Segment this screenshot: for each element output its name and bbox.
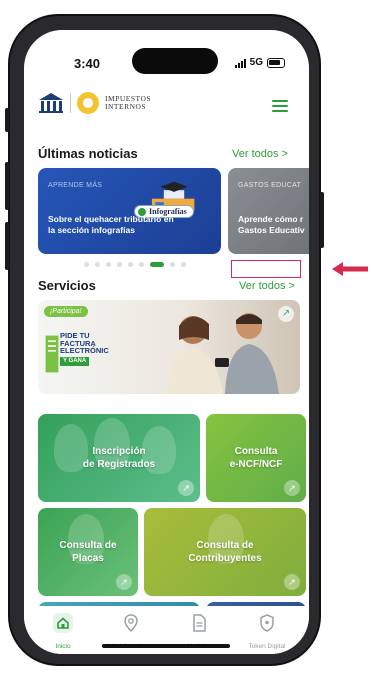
tile-label-line1: Inscripción [92,446,146,457]
news-card-text-line1: Aprende cómo r [238,214,304,224]
news-card-gastos-educativos[interactable]: GASTOS EDUCAT Aprende cómo r Gastos Educ… [228,168,309,254]
logo-line2: INTERNOS [105,102,147,111]
battery-icon [267,57,285,68]
news-card-kicker: APRENDE MÁS [48,182,103,189]
carousel-dot[interactable] [170,262,175,267]
carousel-dot[interactable] [181,262,186,267]
tile-label-line1: Consulta de [59,540,117,551]
phone-frame: 3:40 5G IMPUESTOS INTERNOS Últimas notic… [5,14,324,666]
tile-label-line1: Consulta de [196,540,254,551]
promo-gana-tag: Y GANA [60,356,90,366]
carousel-dot[interactable] [95,262,100,267]
phone-screen: 3:40 5G IMPUESTOS INTERNOS Últimas notic… [24,30,309,654]
document-icon [193,614,206,632]
tile-label-line1: Consulta [234,446,278,457]
signal-icon [234,58,246,68]
tile-consulta-placas[interactable]: Consulta de Placas ↗ [38,508,138,596]
news-card-text-line2: Gastos Educativ [238,225,305,235]
logo-text: IMPUESTOS INTERNOS [105,95,151,111]
news-see-all-link[interactable]: Ver todos > [232,148,288,160]
carousel-dot[interactable] [128,262,133,267]
arrow-up-right-icon: ↗ [284,574,300,590]
hamburger-menu-icon[interactable] [272,100,288,112]
status-icons: 5G [234,57,285,68]
carousel-dot-active[interactable] [150,262,164,267]
logo-divider [70,93,71,113]
promo-headline: PIDE TU FACTURA ELECTRÓNIC Y GANA [60,332,109,366]
shield-icon [260,614,274,632]
carousel-pagination [84,262,186,267]
tile-label: Consulta de Contribuyentes [188,539,261,565]
building-icon [39,93,63,113]
news-card-text-line2: la sección infografías [48,225,135,235]
news-section-title: Últimas noticias [38,146,138,161]
network-type: 5G [249,57,263,68]
tile-label-line2: Placas [72,553,104,564]
carousel-dot[interactable] [106,262,111,267]
nav-token-digital[interactable]: Token Digital [232,612,302,650]
dynamic-island [132,48,218,74]
arrow-up-right-icon: ↗ [284,480,300,496]
home-icon [53,613,73,633]
participa-tag: ¡Participa! [44,306,88,317]
services-section-title: Servicios [38,278,96,293]
location-pin-icon [124,614,138,633]
tile-label-line2: Contribuyentes [188,553,262,564]
couple-with-card-illustration [167,313,279,394]
tile-inscripcion-registrados[interactable]: Inscripción de Registrados ↗ [38,414,200,502]
tile-consulta-ncf[interactable]: Consulta e-NCF/NCF ↗ [206,414,306,502]
volume-up-button [5,162,9,210]
tile-label: Inscripción de Registrados [83,445,155,471]
promo-line3: ELECTRÓNIC [60,346,109,355]
arrow-up-right-icon: ↗ [178,480,194,496]
services-see-all-link[interactable]: Ver todos > [239,280,295,292]
tile-label-line2: e-NCF/NCF [229,459,283,470]
arrow-left-pointer-icon [332,262,368,276]
power-button [320,192,324,248]
app-header: IMPUESTOS INTERNOS [38,92,288,122]
factura-electronica-promo-banner[interactable]: ¡Participa! ↗ PIDE TU FACTURA ELECTRÓNIC… [38,300,300,394]
receipt-illustration [45,335,59,373]
see-all-highlight-box [231,260,301,278]
news-card-text: Aprende cómo r Gastos Educativ [238,214,305,236]
nav-inicio[interactable]: Inicio [28,612,98,650]
tile-label: Consulta de Placas [59,539,116,565]
status-time: 3:40 [74,56,101,71]
news-card-text: Sobre el quehacer tributario en la secci… [48,214,174,236]
carousel-dot[interactable] [84,262,89,267]
nav-label: Inicio [55,643,71,650]
nav-label: Token Digital [248,643,286,650]
sun-emblem-icon [77,92,99,114]
news-card-infografias[interactable]: APRENDE MÁS Infografías Sobre el quehace… [38,168,221,254]
news-card-kicker: GASTOS EDUCAT [238,182,302,189]
tile-label: Consulta e-NCF/NCF [230,445,283,471]
carousel-dot[interactable] [139,262,144,267]
volume-down-button [5,222,9,270]
dgii-logo[interactable]: IMPUESTOS INTERNOS [38,92,151,114]
arrow-up-right-icon: ↗ [116,574,132,590]
silent-switch [5,108,9,132]
tile-label-line2: de Registrados [82,459,156,470]
carousel-dot[interactable] [117,262,122,267]
home-indicator[interactable] [102,644,230,648]
tile-consulta-contribuyentes[interactable]: Consulta de Contribuyentes ↗ [144,508,306,596]
news-card-text-line1: Sobre el quehacer tributario en [48,214,174,224]
